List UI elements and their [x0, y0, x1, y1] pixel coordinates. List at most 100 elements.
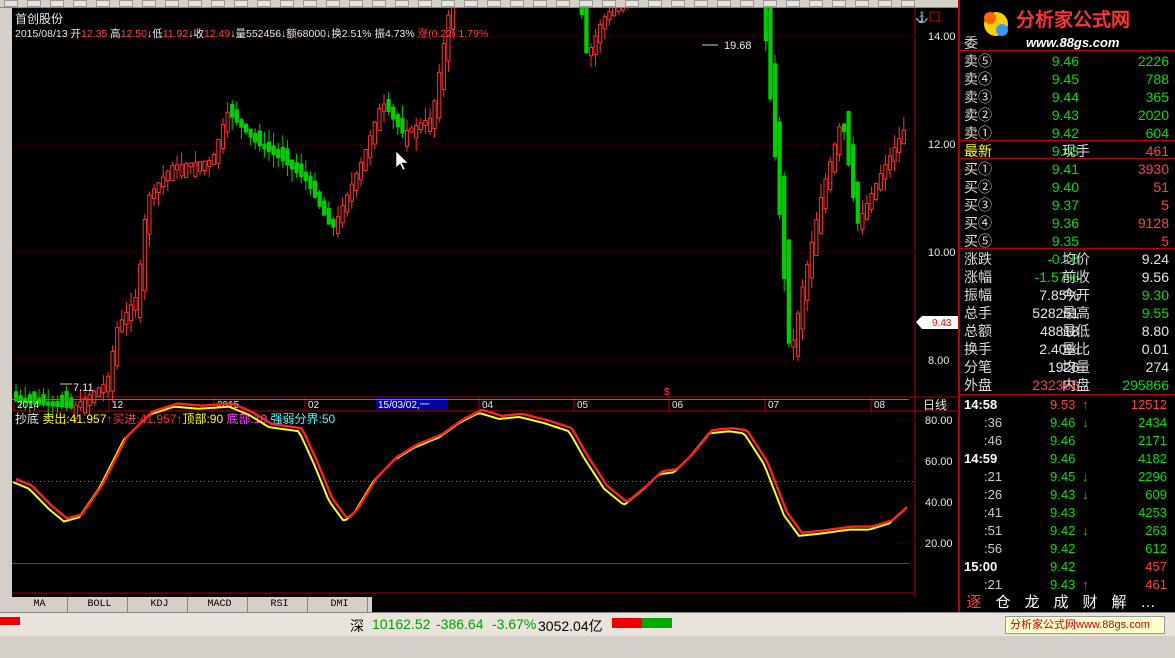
chart-canvas[interactable]: 18.0016.0014.0012.0010.008.00 首创股份 2015/…	[12, 0, 958, 598]
toolbar-button[interactable]	[809, 0, 823, 7]
sell-row[interactable]: 卖③ 9.44 365	[964, 88, 1169, 106]
tick-row: :56 9.42 612	[984, 541, 1167, 556]
kline-chart[interactable]: 18.0016.0014.0012.0010.008.00 首创股份 2015/…	[12, 0, 958, 612]
quote-tab[interactable]: 仓	[991, 594, 1015, 612]
tab-kdj[interactable]: KDJ	[132, 597, 188, 612]
indicator-header: 抄底 卖出:41.957↑买进:41.957↑顶部:90 底部:10 强弱分界:…	[15, 411, 336, 426]
tick-row: :46 9.46 2171	[984, 433, 1167, 448]
tick-row: :41 9.43 4253	[984, 505, 1167, 520]
indicator-axis-label: 60.00	[925, 456, 953, 468]
quote-tab[interactable]: 财	[1078, 594, 1102, 612]
quote-tabs: 逐仓龙成财解 …	[960, 594, 1175, 612]
x-cursor-label: 15/03/02,一	[378, 400, 430, 411]
sell-row[interactable]: 卖⑤ 9.46 2226	[964, 52, 1169, 70]
toolbar-button[interactable]	[372, 0, 386, 7]
toolbar-button[interactable]	[694, 0, 708, 7]
toolbar-button[interactable]	[165, 0, 179, 7]
stat-row[interactable]: 振幅 7.85% 今开 9.30	[964, 286, 1169, 304]
toolbar-button[interactable]	[671, 0, 685, 7]
toolbar-button[interactable]	[303, 0, 317, 7]
stock-name: 首创股份	[15, 12, 63, 26]
toolbar-button[interactable]	[119, 0, 133, 7]
toolbar-button[interactable]	[326, 0, 340, 7]
tick-row: :36 9.46 ↓ 2434	[984, 415, 1167, 430]
x-mode-label[interactable]: 日线	[923, 398, 947, 412]
tick-row: 14:58 9.53 ↑ 12512	[964, 397, 1167, 412]
quote-tab[interactable]: 成	[1049, 594, 1073, 612]
toolbar-button[interactable]	[211, 0, 225, 7]
indicator-axis-label: 80.00	[925, 415, 953, 427]
toolbar-button[interactable]	[763, 0, 777, 7]
quote-tab[interactable]: 解	[1107, 594, 1131, 612]
stat-row[interactable]: 涨跌 -0.15 均价 9.24	[964, 250, 1169, 268]
tab-ma[interactable]: MA	[12, 597, 68, 612]
tab-rsi[interactable]: RSI	[252, 597, 308, 612]
tab-dmi[interactable]: DMI	[312, 597, 368, 612]
stat-row[interactable]: 总额 48818 最低 8.80	[964, 322, 1169, 340]
toolbar-button[interactable]	[901, 0, 915, 7]
toolbar-button[interactable]	[441, 0, 455, 7]
toolbar-button[interactable]	[579, 0, 593, 7]
tab-boll[interactable]: BOLL	[72, 597, 128, 612]
stat-row[interactable]: 涨幅 -1.57% 前收 9.56	[964, 268, 1169, 286]
toolbar-button[interactable]	[625, 0, 639, 7]
quote-tab[interactable]: 龙	[1020, 594, 1044, 612]
toolbar-button[interactable]	[832, 0, 846, 7]
toolbar-button[interactable]	[96, 0, 110, 7]
sell-row[interactable]: 卖② 9.43 2020	[964, 106, 1169, 124]
quote-tab[interactable]: 逐	[962, 594, 986, 612]
toolbar-button[interactable]	[510, 0, 524, 7]
index-amount: 3052.04亿	[538, 618, 603, 634]
stat-row[interactable]: 换手 2.40% 量比 0.01	[964, 340, 1169, 358]
toolbar-button[interactable]	[395, 0, 409, 7]
buy-row[interactable]: 买③ 9.37 5	[964, 196, 1169, 214]
anchor-icon[interactable]: ⚓	[915, 11, 929, 24]
tick-row: :26 9.43 ↓ 609	[984, 487, 1167, 502]
status-bar: 深 10162.52 -386.64 -3.67% 3052.04亿 分析家公式…	[0, 612, 1175, 636]
toolbar-button[interactable]	[878, 0, 892, 7]
stat-row[interactable]: 总手 528251 最高 9.55	[964, 304, 1169, 322]
toolbar-button[interactable]	[786, 0, 800, 7]
buy-row[interactable]: 买④ 9.36 9128	[964, 214, 1169, 232]
toolbar-button[interactable]	[855, 0, 869, 7]
toolbar-button[interactable]	[349, 0, 363, 7]
toolbar-button[interactable]	[234, 0, 248, 7]
stat-row[interactable]: 分笔 1926 均量 274	[964, 358, 1169, 376]
toolbar-button[interactable]	[73, 0, 87, 7]
toolbar-button[interactable]	[188, 0, 202, 7]
toolbar-button[interactable]	[257, 0, 271, 7]
tick-row: 15:00 9.42 457	[964, 559, 1167, 574]
price-axis-label: 12.00	[928, 139, 956, 151]
toolbar-button[interactable]	[142, 0, 156, 7]
toolbar-button[interactable]	[464, 0, 478, 7]
restore-icon[interactable]	[929, 11, 940, 22]
toolbar-button[interactable]	[280, 0, 294, 7]
toolbar-button[interactable]	[556, 0, 570, 7]
toolbar-button[interactable]	[648, 0, 662, 7]
x-axis-label: 07	[768, 400, 780, 411]
toolbar-button[interactable]	[27, 0, 41, 7]
toolbar-button[interactable]	[418, 0, 432, 7]
breadth-bar-red	[612, 618, 642, 628]
quote-tab[interactable]: …	[1136, 594, 1160, 612]
buy-row[interactable]: 买① 9.41 3930	[964, 160, 1169, 178]
x-axis-label: 08	[874, 400, 886, 411]
toolbar-button[interactable]	[50, 0, 64, 7]
toolbar-button[interactable]	[602, 0, 616, 7]
toolbar	[0, 0, 960, 8]
current-price-tag: 9.43	[932, 318, 952, 329]
toolbar-button[interactable]	[717, 0, 731, 7]
market-bar-red	[0, 617, 20, 625]
stat-row[interactable]: 外盘 232385 内盘 295866	[964, 376, 1169, 394]
x-axis-label: 2014	[17, 400, 40, 411]
buy-row[interactable]: 买② 9.40 51	[964, 178, 1169, 196]
toolbar-button[interactable]	[533, 0, 547, 7]
toolbar-button[interactable]	[4, 0, 18, 7]
toolbar-button[interactable]	[487, 0, 501, 7]
sell-row[interactable]: 卖④ 9.45 788	[964, 70, 1169, 88]
tab-macd[interactable]: MACD	[192, 597, 248, 612]
tick-row: :51 9.42 ↓ 263	[984, 523, 1167, 538]
dividend-icon: $	[664, 387, 670, 398]
x-axis-label: 05	[577, 400, 589, 411]
toolbar-button[interactable]	[740, 0, 754, 7]
